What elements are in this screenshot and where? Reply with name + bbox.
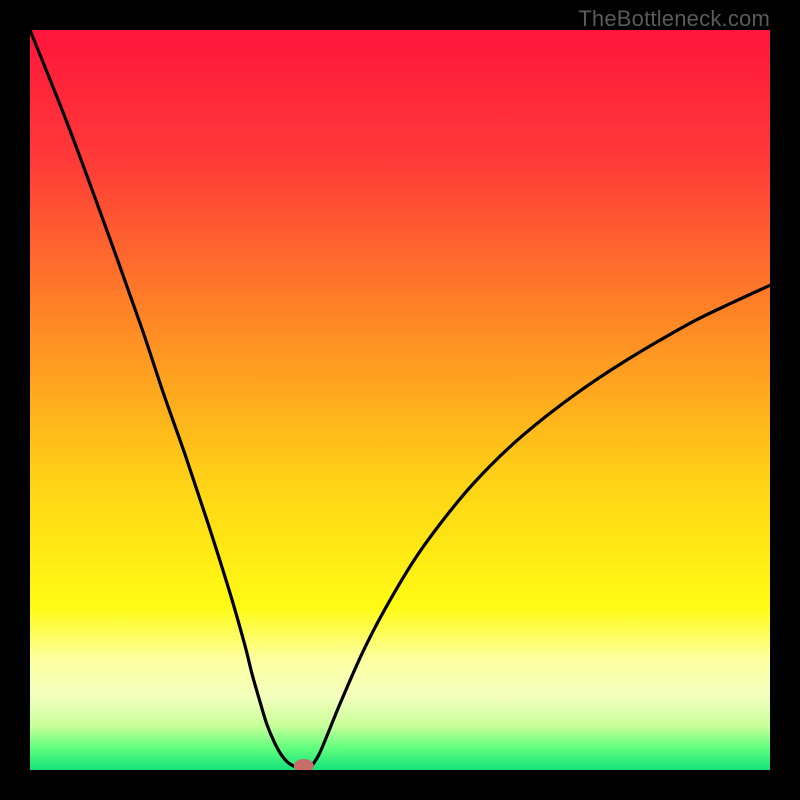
watermark-text: TheBottleneck.com [578,6,770,32]
chart-container [30,30,770,770]
bottleneck-chart [30,30,770,770]
chart-background [30,30,770,770]
